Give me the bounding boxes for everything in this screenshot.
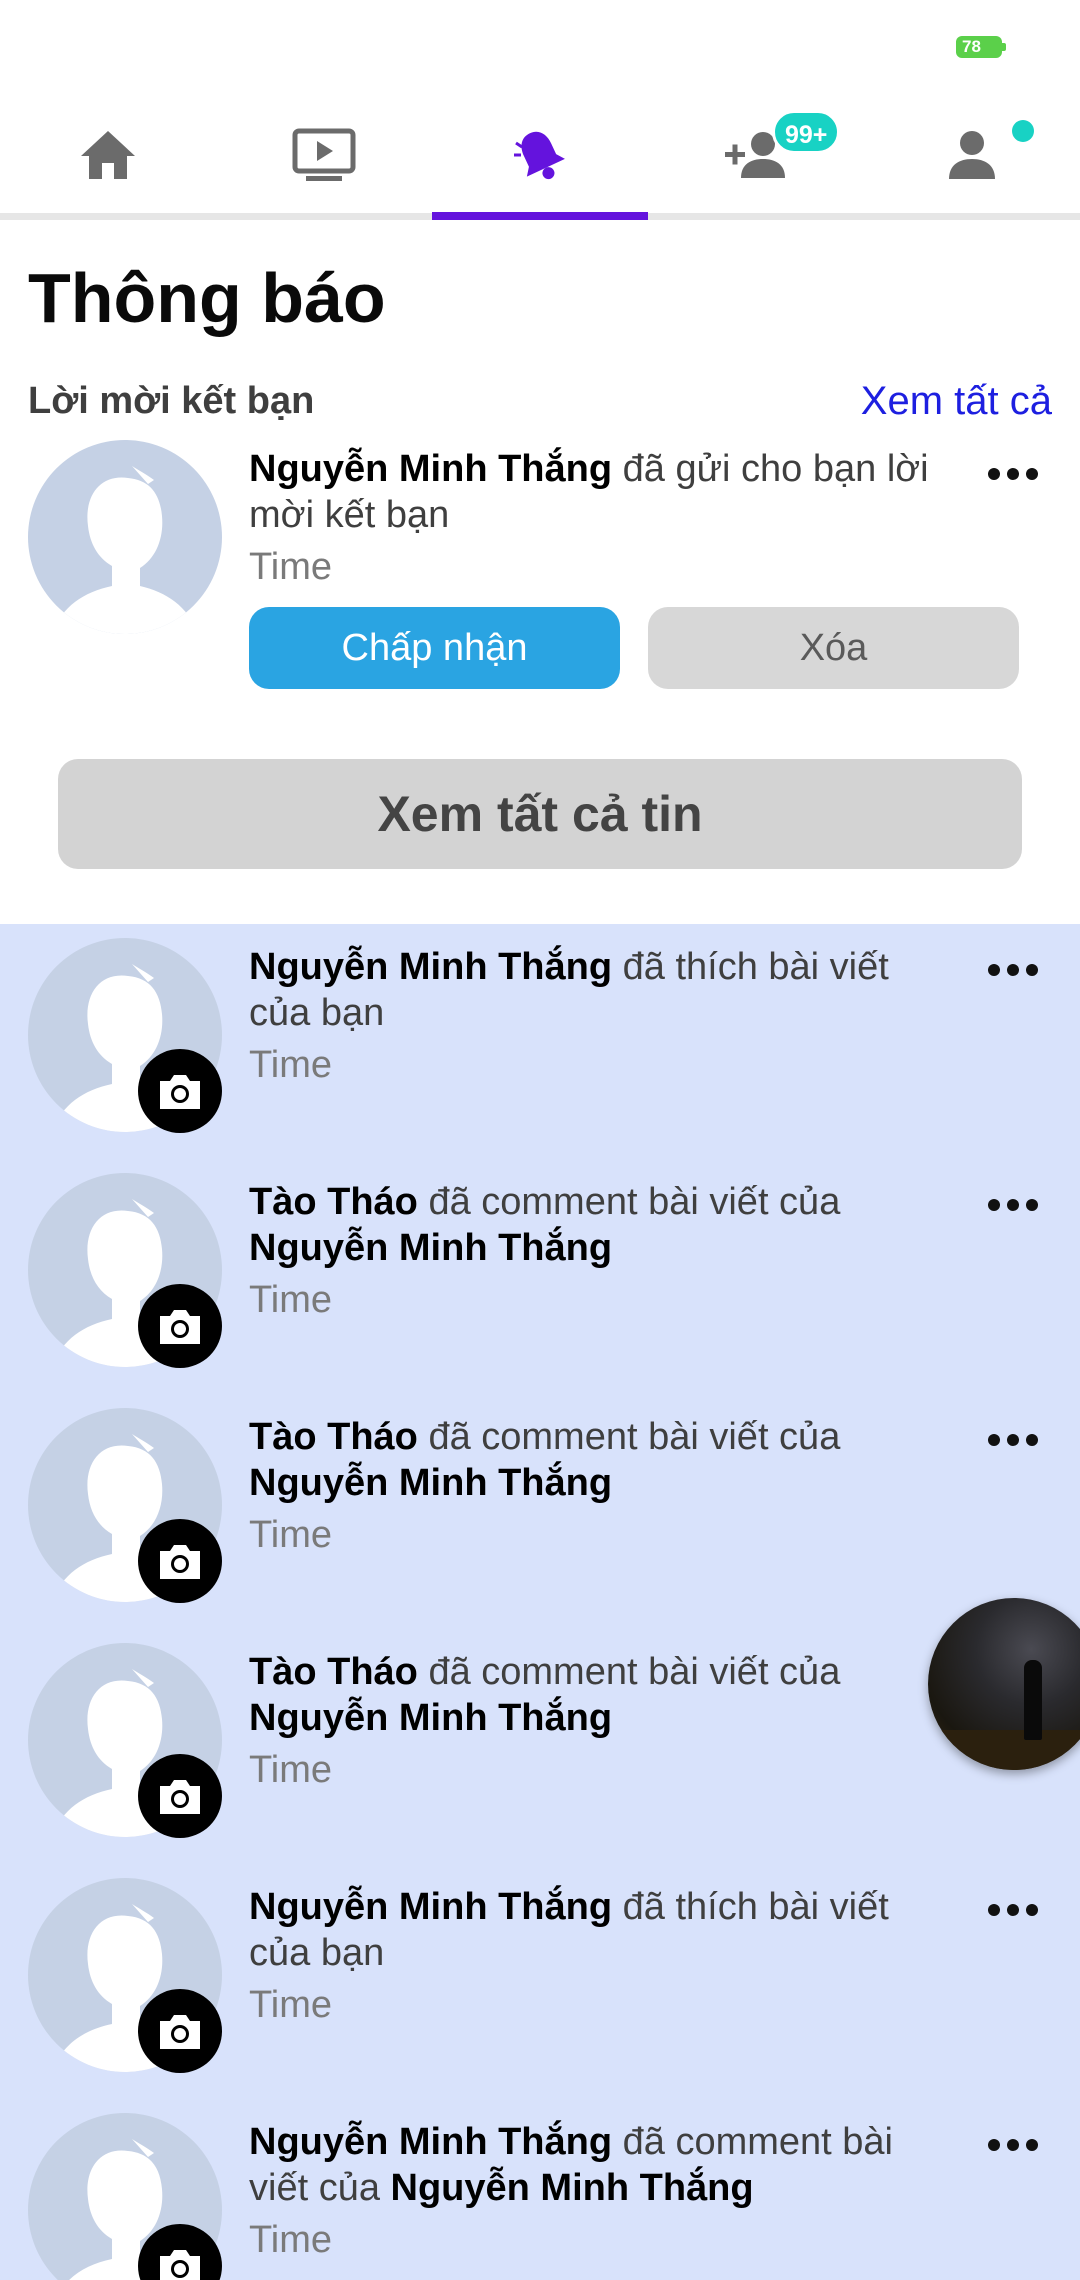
- friend-requests-badge: 99+: [772, 110, 841, 154]
- notification-message: đã comment bài viết của: [417, 1181, 841, 1223]
- notification-actor[interactable]: Tào Tháo: [249, 1416, 418, 1458]
- friend-request-name[interactable]: Nguyễn Minh Thắng: [249, 448, 612, 490]
- tab-profile[interactable]: [864, 96, 1080, 213]
- notification-item[interactable]: Nguyễn Minh Thắng đã comment bài viết củ…: [0, 2099, 1080, 2280]
- friend-request-avatar[interactable]: [28, 440, 222, 634]
- page-title: Thông báo: [28, 259, 386, 337]
- floating-chat-head[interactable]: [928, 1598, 1080, 1770]
- status-bar: 78: [0, 0, 1080, 96]
- friend-request-more-icon[interactable]: [988, 466, 1038, 482]
- accept-button[interactable]: Chấp nhận: [249, 607, 620, 689]
- battery-indicator: 78: [956, 36, 1006, 58]
- notification-more-icon[interactable]: [988, 1902, 1038, 1918]
- notification-target[interactable]: Nguyễn Minh Thắng: [391, 2167, 754, 2209]
- notification-text: Tào Tháo đã comment bài viết của Nguyễn …: [249, 1179, 949, 1323]
- friend-request-text: Nguyễn Minh Thắng đã gửi cho bạn lời mời…: [249, 446, 949, 590]
- profile-icon: [947, 129, 997, 181]
- camera-icon: [138, 1049, 222, 1133]
- delete-button[interactable]: Xóa: [648, 607, 1019, 689]
- notification-actor[interactable]: Tào Tháo: [249, 1181, 418, 1223]
- notification-time: Time: [249, 1984, 333, 2026]
- notification-time: Time: [249, 1044, 333, 1086]
- notification-time: Time: [249, 1279, 333, 1321]
- notification-item[interactable]: Tào Tháo đã comment bài viết của Nguyễn …: [0, 1394, 1080, 1629]
- camera-icon: [138, 1754, 222, 1838]
- notification-more-icon[interactable]: [988, 1197, 1038, 1213]
- see-all-friend-requests-link[interactable]: Xem tất cả: [861, 379, 1052, 424]
- notification-target[interactable]: Nguyễn Minh Thắng: [249, 1227, 612, 1269]
- notification-message: đã comment bài viết của: [417, 1416, 841, 1458]
- profile-notification-dot: [1012, 120, 1034, 142]
- notification-more-icon[interactable]: [988, 2137, 1038, 2153]
- video-icon: [292, 128, 356, 182]
- friend-requests-label: Lời mời kết bạn: [28, 380, 315, 422]
- friend-request-time: Time: [249, 546, 333, 588]
- notification-item[interactable]: Tào Tháo đã comment bài viết của Nguyễn …: [0, 1629, 1080, 1864]
- notification-text: Tào Tháo đã comment bài viết của Nguyễn …: [249, 1414, 949, 1558]
- notification-actor[interactable]: Tào Tháo: [249, 1651, 418, 1693]
- notification-item[interactable]: Nguyễn Minh Thắng đã thích bài viết của …: [0, 924, 1080, 1159]
- notification-list: Nguyễn Minh Thắng đã thích bài viết của …: [0, 924, 1080, 2280]
- notification-time: Time: [249, 2219, 333, 2261]
- notification-text: Tào Tháo đã comment bài viết của Nguyễn …: [249, 1649, 949, 1793]
- notification-more-icon[interactable]: [988, 1432, 1038, 1448]
- camera-icon: [138, 1519, 222, 1603]
- bell-icon: [510, 125, 570, 185]
- notification-target[interactable]: Nguyễn Minh Thắng: [249, 1462, 612, 1504]
- notification-text: Nguyễn Minh Thắng đã thích bài viết của …: [249, 1884, 949, 2028]
- home-icon: [79, 129, 137, 181]
- notification-actor[interactable]: Nguyễn Minh Thắng: [249, 2121, 612, 2163]
- notification-item[interactable]: Tào Tháo đã comment bài viết của Nguyễn …: [0, 1159, 1080, 1394]
- camera-icon: [138, 1284, 222, 1368]
- tab-friends[interactable]: 99+: [648, 96, 864, 213]
- notification-text: Nguyễn Minh Thắng đã comment bài viết củ…: [249, 2119, 949, 2263]
- notification-more-icon[interactable]: [988, 962, 1038, 978]
- tab-video[interactable]: [216, 96, 432, 213]
- see-all-news-button[interactable]: Xem tất cả tin: [58, 759, 1022, 869]
- camera-icon: [138, 1989, 222, 2073]
- top-tab-bar: 99+: [0, 96, 1080, 220]
- notification-message: đã comment bài viết của: [417, 1651, 841, 1693]
- tab-notifications[interactable]: [432, 96, 648, 220]
- notification-item[interactable]: Nguyễn Minh Thắng đã thích bài viết của …: [0, 1864, 1080, 2099]
- notification-actor[interactable]: Nguyễn Minh Thắng: [249, 1886, 612, 1928]
- notification-target[interactable]: Nguyễn Minh Thắng: [249, 1697, 612, 1739]
- notification-text: Nguyễn Minh Thắng đã thích bài viết của …: [249, 944, 949, 1088]
- notification-actor[interactable]: Nguyễn Minh Thắng: [249, 946, 612, 988]
- tab-home[interactable]: [0, 96, 216, 213]
- notification-time: Time: [249, 1749, 333, 1791]
- notification-time: Time: [249, 1514, 333, 1556]
